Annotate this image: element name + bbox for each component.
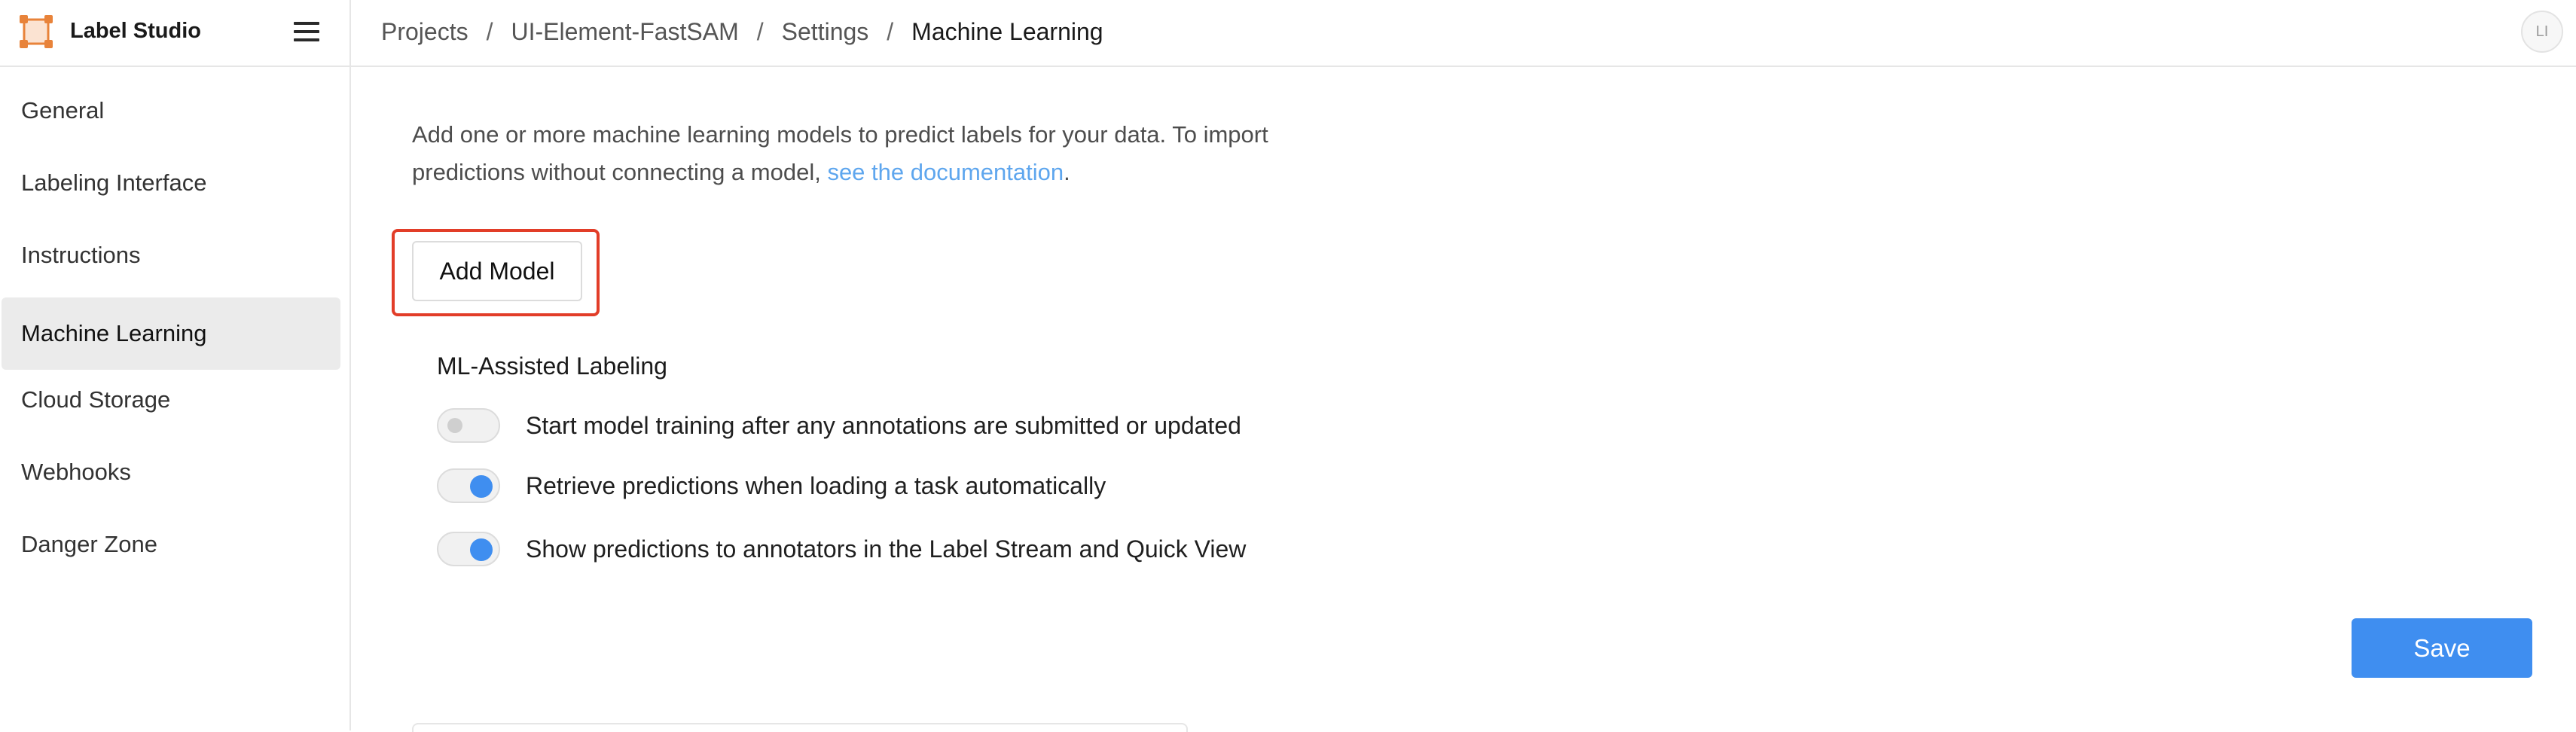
documentation-link[interactable]: see the documentation [827,159,1064,185]
next-section-card-edge [412,723,1188,732]
brand-area: Label Studio [0,0,351,66]
app-name: Label Studio [70,19,201,43]
sidebar-item-labeling-interface[interactable]: Labeling Interface [2,147,340,219]
toggle-knob [470,538,493,561]
user-avatar[interactable]: LI [2521,11,2563,53]
breadcrumb-separator: / [486,18,493,45]
sidebar-item-general[interactable]: General [2,75,340,147]
hamburger-menu-icon[interactable] [291,18,322,45]
retrieve-predictions-label: Retrieve predictions when loading a task… [526,472,1106,499]
retrieve-predictions-toggle[interactable] [437,468,500,503]
label-studio-logo-icon[interactable] [20,15,53,48]
start-training-toggle[interactable] [437,408,500,443]
start-training-label: Start model training after any annotatio… [526,412,1241,439]
show-predictions-label: Show predictions to annotators in the La… [526,535,1247,563]
breadcrumb: Projects / UI-Element-FastSAM / Settings… [381,15,1103,48]
toggle-knob [447,418,462,433]
save-button[interactable]: Save [2352,618,2532,678]
show-predictions-toggle[interactable] [437,532,500,566]
ml-description-end: . [1064,159,1070,185]
toggle-row-show-predictions: Show predictions to annotators in the La… [437,530,1246,568]
sidebar-item-danger-zone[interactable]: Danger Zone [2,508,340,581]
top-bar: Label Studio Projects / UI-Element-FastS… [0,0,2576,67]
breadcrumb-current-page: Machine Learning [911,18,1103,45]
toggle-knob [470,475,493,498]
breadcrumb-separator: / [887,18,894,45]
breadcrumb-project[interactable]: UI-Element-FastSAM [511,15,738,48]
ml-description: Add one or more machine learning models … [412,116,1376,191]
breadcrumb-projects[interactable]: Projects [381,15,469,48]
settings-sidebar: General Labeling Interface Instructions … [0,67,351,730]
add-model-button[interactable]: Add Model [412,241,582,301]
sidebar-item-instructions[interactable]: Instructions [2,219,340,291]
toggle-row-start-training: Start model training after any annotatio… [437,407,1241,444]
toggle-row-retrieve-predictions: Retrieve predictions when loading a task… [437,467,1106,505]
breadcrumb-separator: / [756,18,764,45]
sidebar-item-webhooks[interactable]: Webhooks [2,436,340,508]
ml-assisted-labeling-title: ML-Assisted Labeling [437,352,667,380]
breadcrumb-settings[interactable]: Settings [782,15,869,48]
sidebar-item-machine-learning[interactable]: Machine Learning [2,297,340,370]
sidebar-item-cloud-storage[interactable]: Cloud Storage [2,364,340,436]
